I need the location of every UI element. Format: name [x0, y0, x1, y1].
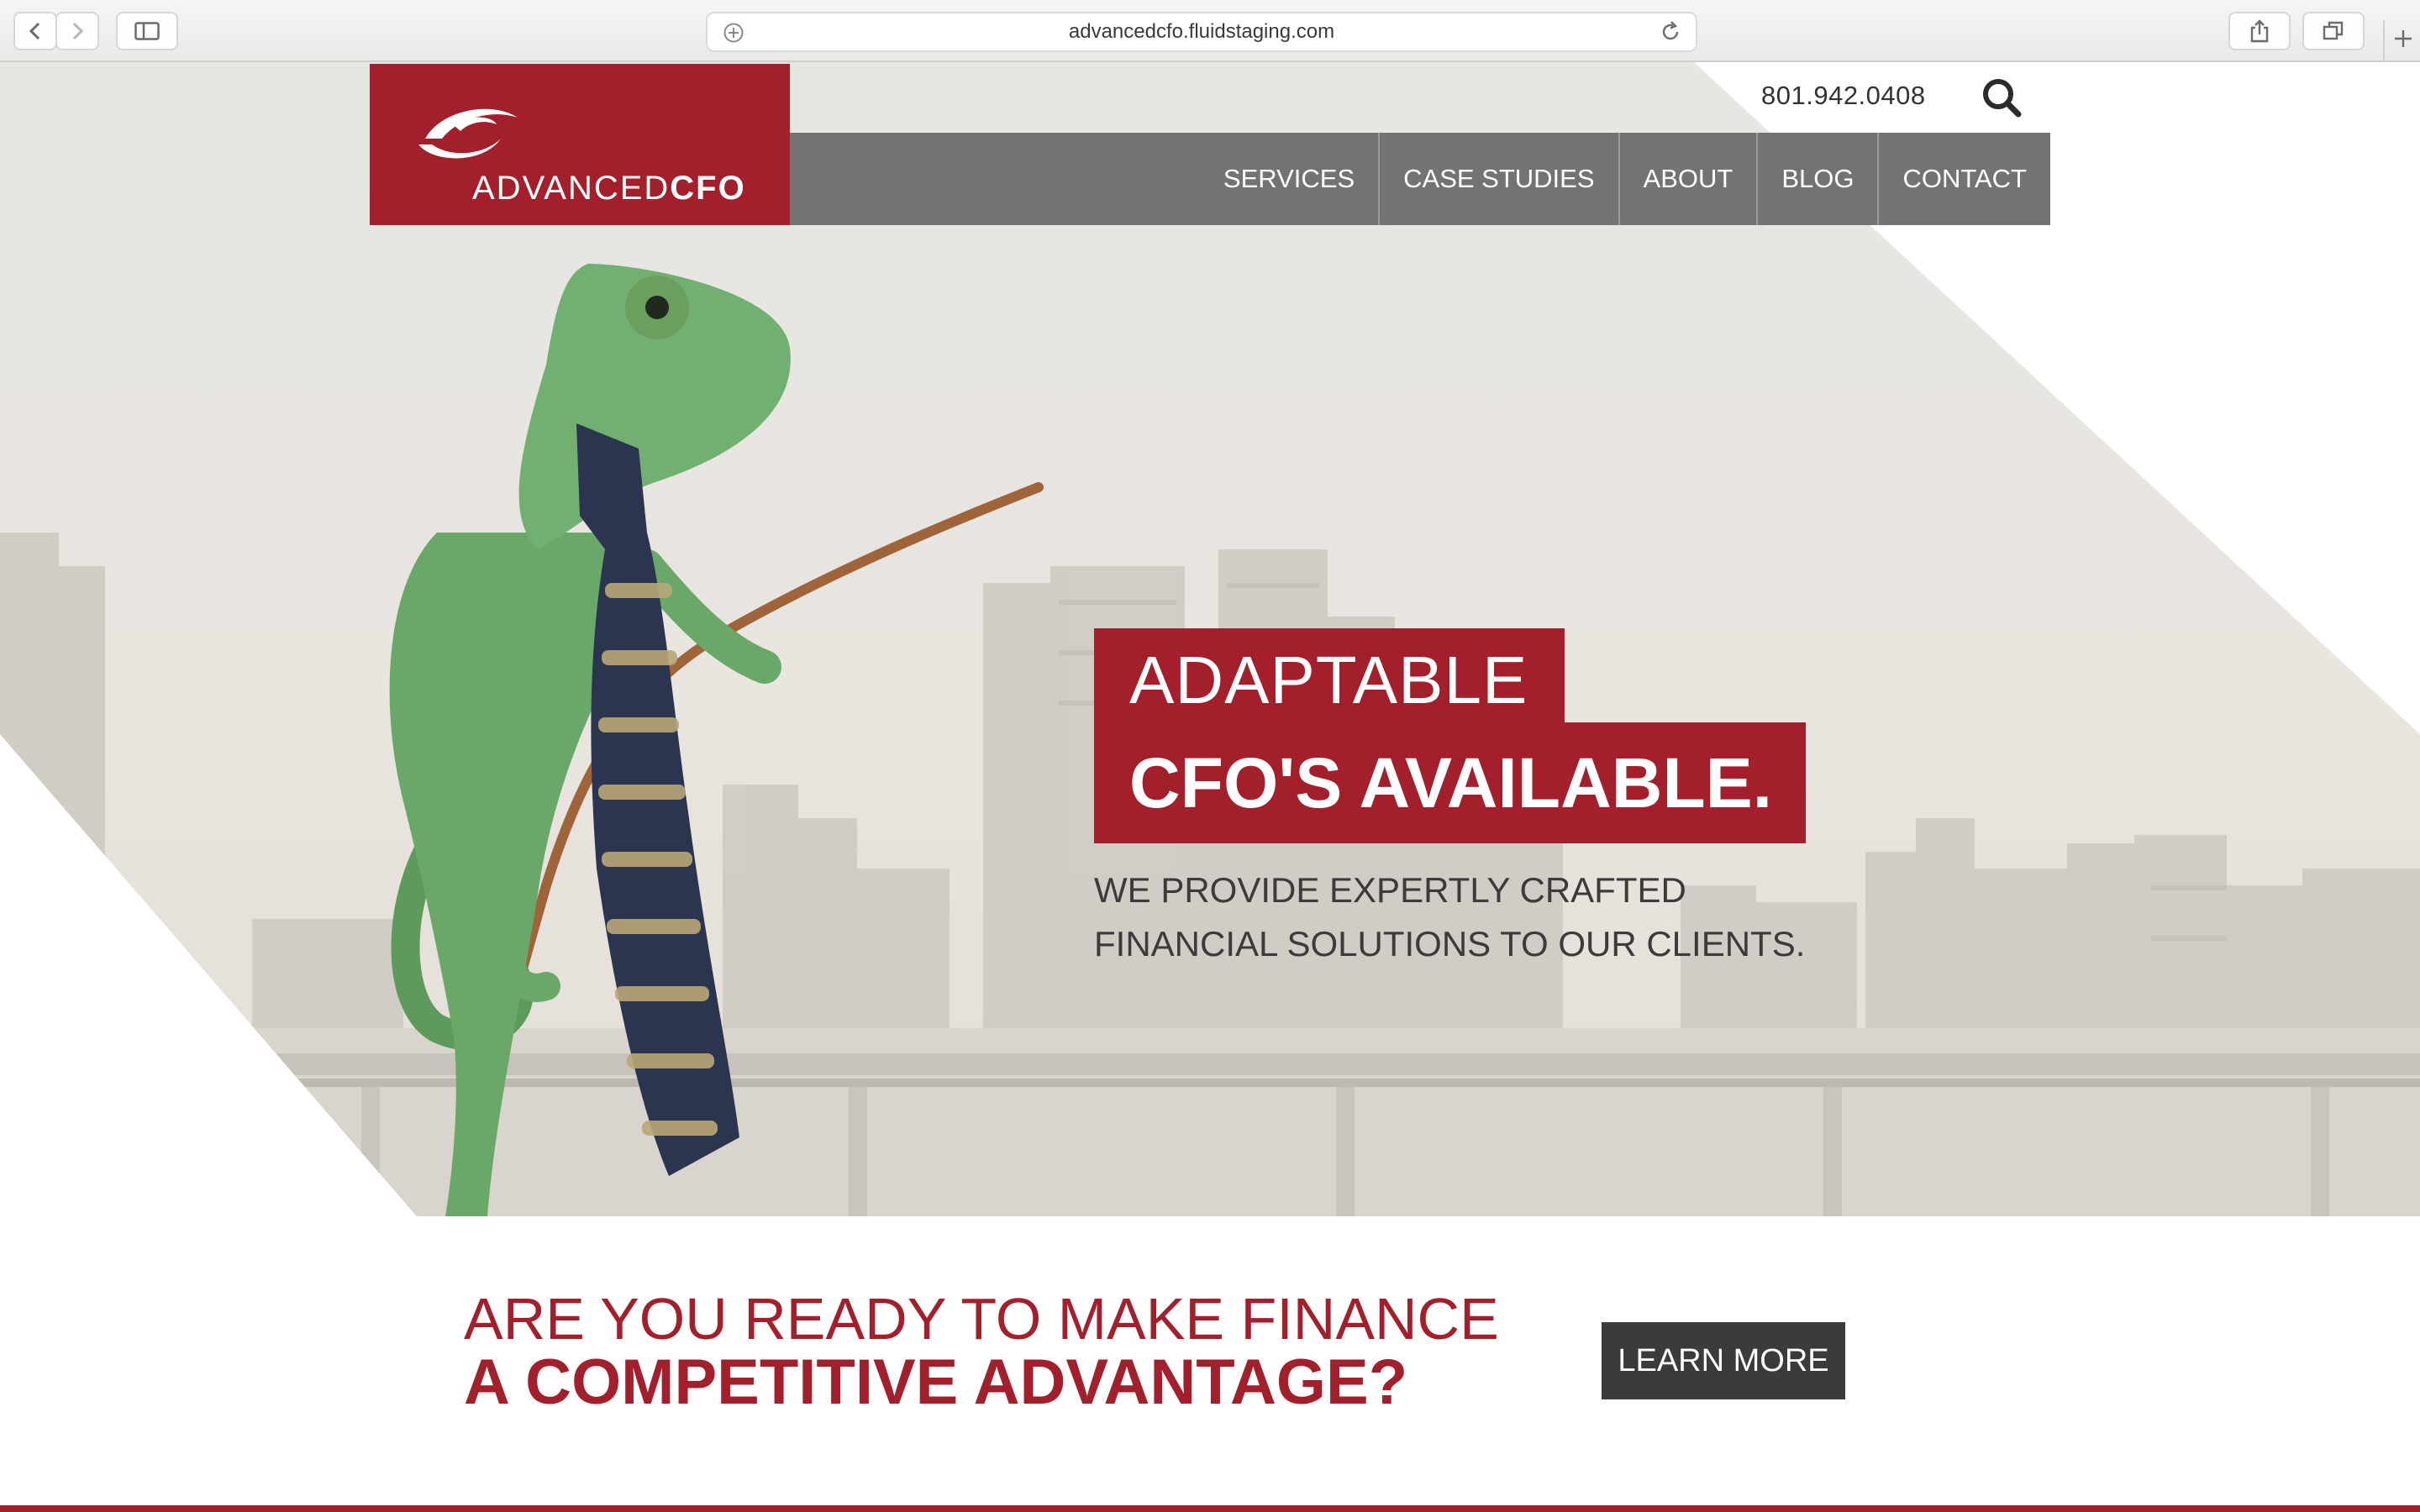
logo-swirl-icon	[418, 108, 518, 159]
nav-contact[interactable]: CONTACT	[1877, 133, 2050, 225]
main-nav: SERVICES CASE STUDIES ABOUT BLOG CONTACT	[790, 133, 2050, 225]
nav-about[interactable]: ABOUT	[1618, 133, 1757, 225]
address-bar[interactable]: advancedcfo.fluidstaging.com	[706, 12, 1697, 52]
back-icon	[29, 22, 40, 40]
hero-headline-2: CFO'S AVAILABLE.	[1094, 722, 1807, 843]
cta-heading-line-1: ARE YOU READY TO MAKE FINANCE	[464, 1286, 1499, 1352]
logo-wordmark: ADVANCEDCFO	[472, 170, 746, 207]
tabs-icon	[2323, 21, 2344, 40]
hero-subtext: WE PROVIDE EXPERTLY CRAFTED FINANCIAL SO…	[1094, 864, 1805, 971]
tabs-button[interactable]	[2302, 12, 2365, 50]
hero-subtext-line-2: FINANCIAL SOLUTIONS TO OUR CLIENTS.	[1094, 924, 1806, 963]
search-button[interactable]	[1980, 74, 2027, 121]
hero-section: ADVANCEDCFO 801.942.0408 SERVICES CASE S…	[0, 62, 2420, 1216]
nav-blog[interactable]: BLOG	[1756, 133, 1877, 225]
phone-number[interactable]: 801.942.0408	[1761, 81, 1926, 111]
forward-button[interactable]	[55, 12, 99, 50]
nav-case-studies[interactable]: CASE STUDIES	[1378, 133, 1618, 225]
forward-icon	[72, 22, 84, 40]
reload-icon[interactable]	[1659, 20, 1682, 44]
new-tab-button[interactable]	[2383, 20, 2420, 62]
footer-accent-bar	[0, 1505, 2420, 1512]
hero-subtext-line-1: WE PROVIDE EXPERTLY CRAFTED	[1094, 870, 1686, 910]
url-text: advancedcfo.fluidstaging.com	[1068, 20, 1335, 43]
browser-toolbar: advancedcfo.fluidstaging.com	[0, 0, 2420, 62]
web-page: ADVANCEDCFO 801.942.0408 SERVICES CASE S…	[0, 62, 2420, 1512]
back-button[interactable]	[13, 12, 57, 50]
logo[interactable]: ADVANCEDCFO	[370, 64, 790, 225]
sidebar-button[interactable]	[116, 12, 178, 50]
learn-more-button[interactable]: LEARN MORE	[1602, 1322, 1845, 1399]
cta-heading-line-2: A COMPETITIVE ADVANTAGE?	[464, 1347, 1408, 1418]
sidebar-icon	[134, 22, 160, 40]
new-tab-icon	[2395, 30, 2412, 47]
nav-services[interactable]: SERVICES	[1200, 133, 1378, 225]
share-icon	[2250, 19, 2269, 43]
search-icon	[1983, 79, 2022, 118]
hero-headline-1: ADAPTABLE	[1094, 628, 1565, 722]
share-button[interactable]	[2228, 12, 2291, 50]
